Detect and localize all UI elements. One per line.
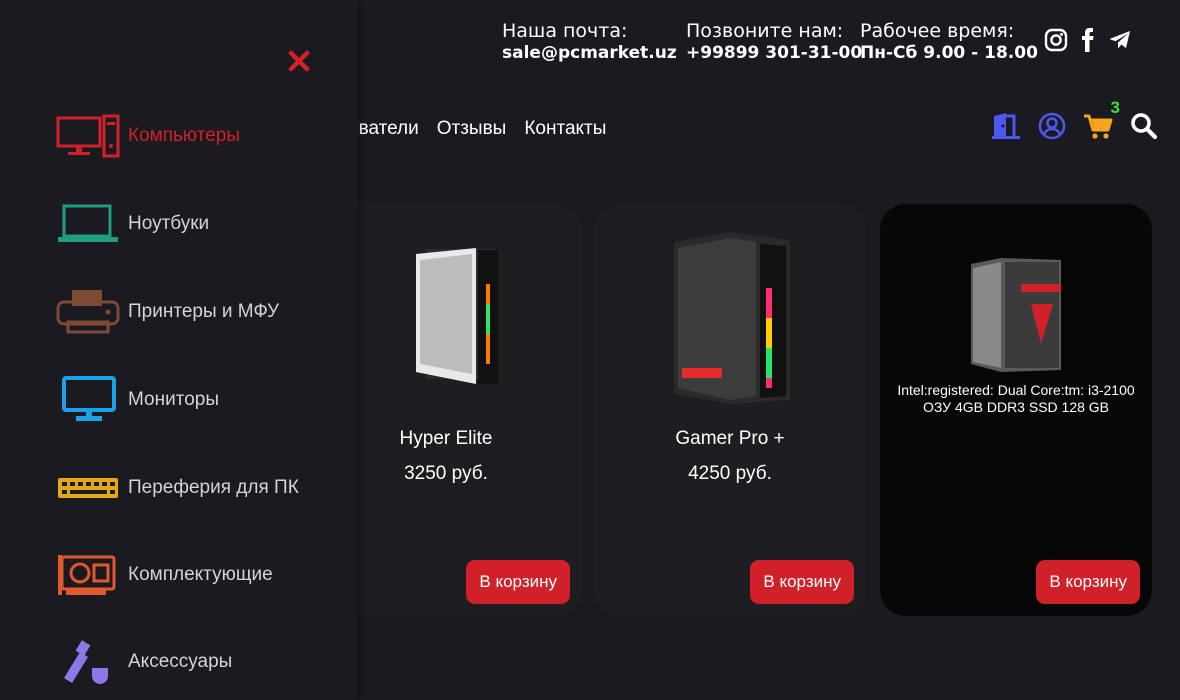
search-button[interactable] [1128,110,1160,142]
add-to-cart-button[interactable]: В корзину [1036,560,1140,604]
printer-icon [56,290,120,334]
category-sidebar: Компьютеры Ноутбуки Принтеры и МФУ Монит… [0,0,358,700]
sidebar-item-label: Комплектующие [128,564,273,585]
email-link[interactable]: sale@pcmarket.uz [502,42,677,64]
main-nav: ователи Отзывы Контакты [348,118,606,140]
laptop-icon [58,204,118,242]
phone-link[interactable]: +99899 301-31-00 [686,42,862,64]
sidebar-item-accessories[interactable]: Аксессуары [56,638,232,686]
nav-item-buyers[interactable]: ователи [348,118,419,140]
search-icon [1131,113,1158,140]
add-to-cart-button[interactable]: В корзину [750,560,854,604]
sidebar-item-components[interactable]: Комплектующие [56,551,273,599]
cart-icon [1084,114,1113,139]
login-button[interactable] [990,110,1022,142]
product-image [971,258,1061,372]
sidebar-item-peripherals[interactable]: Переферия для ПК [56,464,299,512]
sidebar-item-printers[interactable]: Принтеры и МФУ [56,288,279,336]
hours-label: Рабочее время: [860,20,1015,42]
sidebar-item-label: Принтеры и МФУ [128,301,280,322]
product-name: Gamer Pro + [675,428,785,449]
sidebar-item-monitors[interactable]: Мониторы [56,376,219,424]
product-description: Intel:registered: Dual Core:tm: i3-2100 … [897,382,1135,415]
sidebar-item-label: Ноутбуки [128,213,210,234]
header-icons: 3 [990,98,1160,142]
telegram-icon[interactable] [1108,28,1132,52]
phone-block: Позвоните нам: +99899 301-31-00 [686,20,862,64]
user-icon [1038,112,1066,140]
add-to-cart-button[interactable]: В корзину [466,560,570,604]
sidebar-item-laptops[interactable]: Ноутбуки [56,200,209,248]
product-price: 4250 руб. [688,463,772,484]
facebook-icon[interactable] [1076,28,1100,52]
nav-item-reviews[interactable]: Отзывы [437,118,507,140]
phone-label: Позвоните нам: [686,20,844,42]
sidebar-item-label: Переферия для ПК [128,477,299,498]
sidebar-item-label: Компьютеры [128,125,240,146]
sidebar-item-label: Мониторы [128,389,219,410]
monitor-icon [62,376,116,421]
nav-item-contacts[interactable]: Контакты [524,118,606,140]
product-card[interactable]: Intel:registered: Dual Core:tm: i3-2100 … [880,204,1152,616]
usb-accessory-icon [64,640,108,684]
door-icon [992,113,1020,139]
cart-count-badge: 3 [1110,98,1120,117]
product-image [416,248,498,384]
hours-value: Пн-Сб 9.00 - 18.00 [860,43,1038,63]
social-links [1044,28,1132,52]
sidebar-item-label: Аксессуары [128,651,233,672]
product-card[interactable]: Gamer Pro + 4250 руб. В корзину [594,204,866,616]
hours-block: Рабочее время: Пн-Сб 9.00 - 18.00 [860,20,1038,64]
gpu-icon [58,555,116,595]
email-block: Наша почта: sale@pcmarket.uz [502,20,677,64]
product-image [674,232,790,404]
sidebar-item-computers[interactable]: Компьютеры [56,112,240,160]
cart-button[interactable]: 3 [1082,98,1120,142]
computer-icon [56,114,120,158]
keyboard-icon [58,478,118,498]
email-label: Наша почта: [502,20,628,42]
close-icon[interactable] [288,50,310,72]
instagram-icon[interactable] [1044,28,1068,52]
profile-button[interactable] [1036,110,1068,142]
